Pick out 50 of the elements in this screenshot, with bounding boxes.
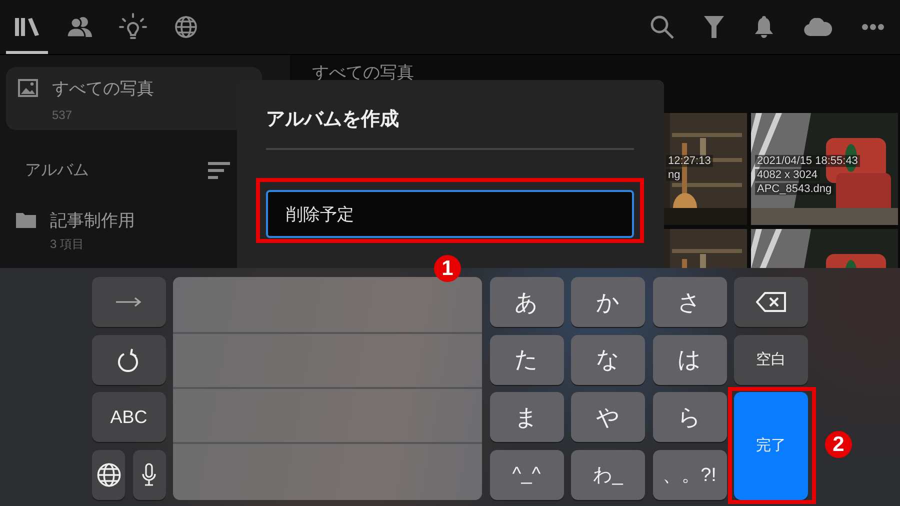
kana-key[interactable]: か: [571, 277, 645, 327]
photo-caption: 2021/04/15 18:55:43: [755, 155, 860, 167]
search-icon[interactable]: [650, 15, 674, 39]
photo-caption: 12:27:13: [666, 155, 713, 167]
photo-caption: APC_8543.dng: [755, 183, 834, 195]
kana-key[interactable]: は: [652, 334, 726, 384]
album-name-field[interactable]: 削除予定: [266, 190, 634, 238]
kana-key[interactable]: さ: [652, 277, 726, 327]
undo-icon: [118, 348, 140, 372]
kana-key[interactable]: た: [490, 334, 564, 384]
album-label: 記事制作用: [50, 210, 135, 232]
kana-key[interactable]: ま: [490, 392, 564, 442]
bell-icon[interactable]: [754, 16, 774, 38]
kana-key[interactable]: あ: [490, 277, 564, 327]
globe-icon: [174, 15, 198, 39]
undo-key[interactable]: [92, 334, 166, 384]
space-key[interactable]: 空白: [734, 334, 808, 384]
album-count: 3 項目: [50, 236, 86, 253]
image-icon: [18, 79, 38, 97]
kana-key[interactable]: ら: [652, 392, 726, 442]
globe-icon: [96, 462, 122, 488]
backspace-icon: [756, 292, 786, 312]
delete-key[interactable]: [734, 277, 808, 327]
kana-key[interactable]: 、。?!: [652, 450, 726, 500]
globe-key[interactable]: [92, 450, 125, 500]
kana-key[interactable]: な: [571, 334, 645, 384]
ideas-icon: [119, 13, 147, 41]
more-icon[interactable]: [862, 24, 884, 30]
sidebar-item[interactable]: すべての写真 537: [6, 67, 262, 130]
arrow-icon: [116, 297, 142, 307]
cloud-icon[interactable]: [804, 18, 832, 36]
kana-key[interactable]: ^_^: [490, 450, 564, 500]
filter-icon[interactable]: [704, 16, 724, 38]
item-label: すべての写真: [52, 78, 154, 100]
done-key[interactable]: 完了: [734, 392, 808, 500]
section-title: アルバム: [25, 161, 89, 181]
dialog-title: アルバムを作成: [266, 106, 634, 150]
people-icon: [66, 16, 94, 38]
page-title: すべての写真: [312, 62, 415, 83]
sort-icon[interactable]: [208, 162, 230, 180]
mic-key[interactable]: [132, 450, 166, 500]
microphone-icon: [142, 462, 156, 486]
folder-icon: [16, 212, 36, 228]
library-icon: [14, 16, 40, 38]
photo-caption: 4082 x 3024: [755, 169, 820, 181]
kana-key[interactable]: わ_: [571, 450, 645, 500]
photo-caption: ng: [666, 169, 682, 181]
item-count: 537: [52, 108, 74, 122]
kana-key[interactable]: や: [571, 392, 645, 442]
abc-key[interactable]: ABC: [92, 392, 166, 442]
